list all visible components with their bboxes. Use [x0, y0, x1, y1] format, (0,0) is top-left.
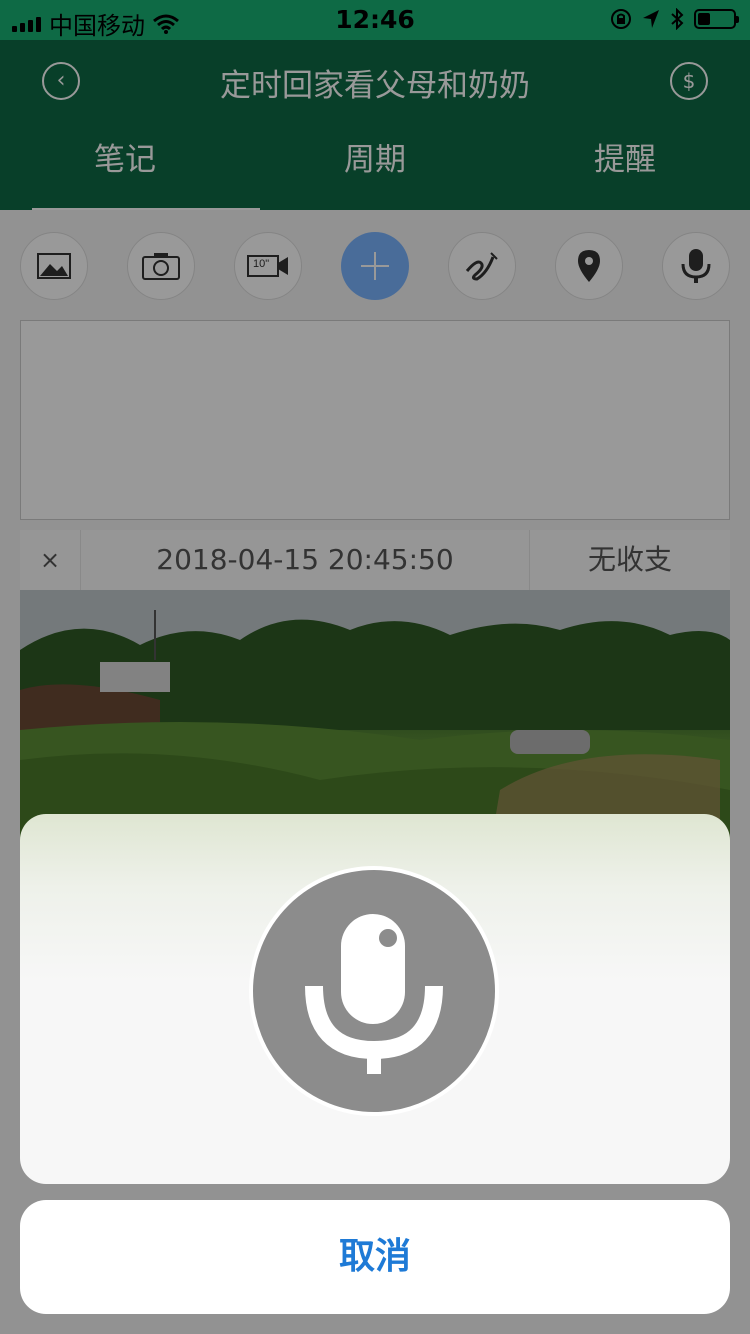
- rotation-lock-icon: [611, 9, 631, 29]
- status-bar: 中国移动 12:46: [0, 0, 750, 40]
- bluetooth-icon: [671, 8, 684, 30]
- microphone-icon: [305, 914, 443, 1074]
- voice-input-sheet: [20, 814, 730, 1184]
- battery-level: [698, 13, 710, 25]
- cancel-button[interactable]: 取消: [20, 1200, 730, 1314]
- status-right: [610, 8, 739, 30]
- battery-icon: [694, 9, 739, 29]
- location-arrow-icon: [643, 10, 659, 28]
- record-button[interactable]: [249, 866, 499, 1116]
- header-dim-overlay: [0, 40, 750, 210]
